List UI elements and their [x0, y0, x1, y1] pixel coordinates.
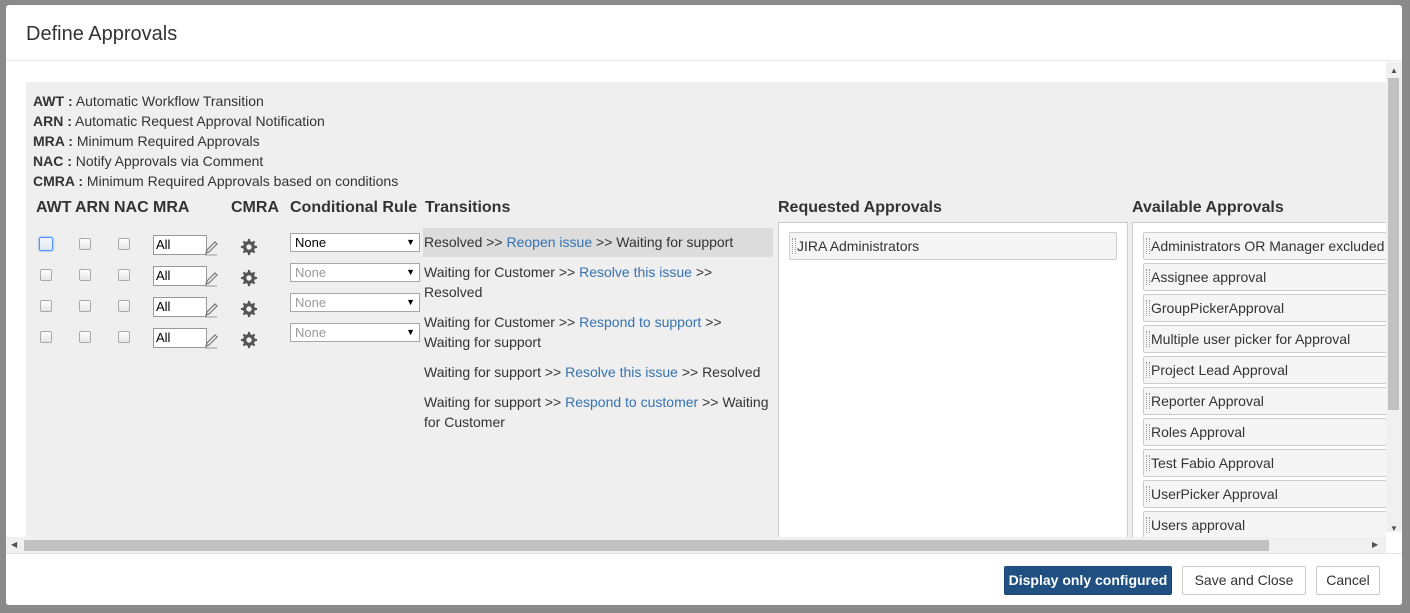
- arn-checkbox[interactable]: [79, 300, 91, 312]
- conditional-rule-select[interactable]: None ▼: [290, 323, 420, 342]
- nac-checkbox[interactable]: [118, 269, 130, 281]
- arn-checkbox[interactable]: [79, 331, 91, 343]
- transition-item: Waiting for support >> Resolve this issu…: [424, 364, 761, 380]
- column-header-arn: ARN: [75, 199, 110, 216]
- transition-link[interactable]: Resolve this issue: [579, 264, 692, 280]
- scroll-down-icon[interactable]: ▼: [1390, 524, 1398, 534]
- vertical-scrollbar[interactable]: ▲ ▼: [1386, 62, 1402, 534]
- arn-checkbox[interactable]: [79, 269, 91, 281]
- column-header-conditional-rule: Conditional Rule: [290, 199, 418, 216]
- awt-checkbox[interactable]: [40, 269, 52, 281]
- dropdown-arrow-icon: ▼: [406, 327, 415, 337]
- legend-item: MRA : Minimum Required Approvals: [33, 133, 260, 149]
- available-approval-item[interactable]: Administrators OR Manager excluded: [1143, 232, 1386, 260]
- pencil-icon[interactable]: [203, 333, 219, 349]
- cancel-button[interactable]: Cancel: [1316, 566, 1380, 595]
- transition-item: Resolved >> Reopen issue >> Waiting for …: [423, 228, 773, 257]
- column-header-transitions: Transitions: [425, 199, 511, 216]
- available-approval-item[interactable]: Assignee approval: [1143, 263, 1386, 291]
- available-approval-item[interactable]: GroupPickerApproval: [1143, 294, 1386, 322]
- conditional-rule-select[interactable]: None ▼: [290, 233, 420, 252]
- dialog-header: Define Approvals: [6, 5, 1402, 61]
- transition-item: Waiting for Customer >> Resolve this iss…: [424, 264, 713, 300]
- pencil-icon[interactable]: [203, 302, 219, 318]
- transition-item: Waiting for support >> Respond to custom…: [424, 394, 769, 430]
- vertical-scroll-thumb[interactable]: [1388, 78, 1399, 410]
- approvals-scroll-area[interactable]: AWT : Automatic Workflow Transition ARN …: [26, 82, 1386, 537]
- available-approval-item[interactable]: UserPicker Approval: [1143, 480, 1386, 508]
- awt-checkbox[interactable]: [40, 331, 52, 343]
- legend-item: CMRA : Minimum Required Approvals based …: [33, 173, 399, 189]
- nac-checkbox[interactable]: [118, 331, 130, 343]
- column-header-awt: AWT: [36, 199, 72, 216]
- gear-icon[interactable]: [240, 238, 258, 256]
- legend-item: AWT : Automatic Workflow Transition: [33, 93, 264, 109]
- available-approval-item[interactable]: Project Lead Approval: [1143, 356, 1386, 384]
- scroll-up-icon[interactable]: ▲: [1390, 66, 1398, 76]
- gear-icon[interactable]: [240, 269, 258, 287]
- pencil-icon[interactable]: [203, 271, 219, 287]
- dropdown-arrow-icon: ▼: [406, 267, 415, 277]
- horizontal-scroll-thumb[interactable]: [24, 540, 1269, 551]
- pencil-icon[interactable]: [203, 240, 219, 256]
- requested-approval-item[interactable]: JIRA Administrators: [789, 232, 1117, 260]
- transition-item: Waiting for Customer >> Respond to suppo…: [424, 314, 722, 350]
- requested-approvals-list[interactable]: JIRA Administrators: [778, 222, 1128, 537]
- display-only-configured-button[interactable]: Display only configured: [1004, 566, 1172, 595]
- available-approval-item[interactable]: Test Fabio Approval: [1143, 449, 1386, 477]
- awt-checkbox[interactable]: [40, 300, 52, 312]
- scroll-right-icon[interactable]: ▶: [1372, 540, 1378, 550]
- mra-input[interactable]: All: [153, 328, 207, 348]
- transition-link[interactable]: Reopen issue: [507, 234, 593, 250]
- column-header-nac: NAC: [114, 199, 149, 216]
- available-approvals-list[interactable]: Administrators OR Manager excluded Assig…: [1132, 222, 1386, 537]
- column-header-cmra: CMRA: [231, 199, 279, 216]
- legend-item: NAC : Notify Approvals via Comment: [33, 153, 264, 169]
- dialog-body: AWT : Automatic Workflow Transition ARN …: [6, 62, 1402, 553]
- arn-checkbox[interactable]: [79, 238, 91, 250]
- mra-input[interactable]: All: [153, 235, 207, 255]
- column-header-requested-approvals: Requested Approvals: [778, 199, 942, 216]
- gear-icon[interactable]: [240, 300, 258, 318]
- horizontal-scrollbar[interactable]: ◀ ▶: [6, 537, 1386, 553]
- save-and-close-button[interactable]: Save and Close: [1182, 566, 1306, 595]
- define-approvals-dialog: Define Approvals AWT : Automatic Workflo…: [6, 5, 1402, 605]
- dropdown-arrow-icon: ▼: [406, 237, 415, 247]
- available-approval-item[interactable]: Roles Approval: [1143, 418, 1386, 446]
- dialog-title: Define Approvals: [26, 23, 178, 45]
- nac-checkbox[interactable]: [118, 238, 130, 250]
- abbreviation-legend: AWT : Automatic Workflow Transition ARN …: [33, 91, 398, 191]
- column-header-available-approvals: Available Approvals: [1132, 199, 1284, 216]
- dialog-footer: Display only configured Save and Close C…: [6, 553, 1402, 605]
- nac-checkbox[interactable]: [118, 300, 130, 312]
- available-approval-item[interactable]: Reporter Approval: [1143, 387, 1386, 415]
- gear-icon[interactable]: [240, 331, 258, 349]
- transition-link[interactable]: Respond to customer: [565, 394, 698, 410]
- mra-input[interactable]: All: [153, 266, 207, 286]
- transition-link[interactable]: Respond to support: [579, 314, 701, 330]
- dropdown-arrow-icon: ▼: [406, 297, 415, 307]
- available-approval-item[interactable]: Multiple user picker for Approval: [1143, 325, 1386, 353]
- available-approval-item[interactable]: Users approval: [1143, 511, 1386, 537]
- awt-checkbox[interactable]: [39, 237, 53, 251]
- legend-item: ARN : Automatic Request Approval Notific…: [33, 113, 325, 129]
- column-header-mra: MRA: [153, 199, 190, 216]
- transition-link[interactable]: Resolve this issue: [565, 364, 678, 380]
- approvals-config-panel: AWT : Automatic Workflow Transition ARN …: [26, 82, 1386, 537]
- conditional-rule-select[interactable]: None ▼: [290, 263, 420, 282]
- conditional-rule-select[interactable]: None ▼: [290, 293, 420, 312]
- mra-input[interactable]: All: [153, 297, 207, 317]
- scroll-left-icon[interactable]: ◀: [11, 540, 17, 550]
